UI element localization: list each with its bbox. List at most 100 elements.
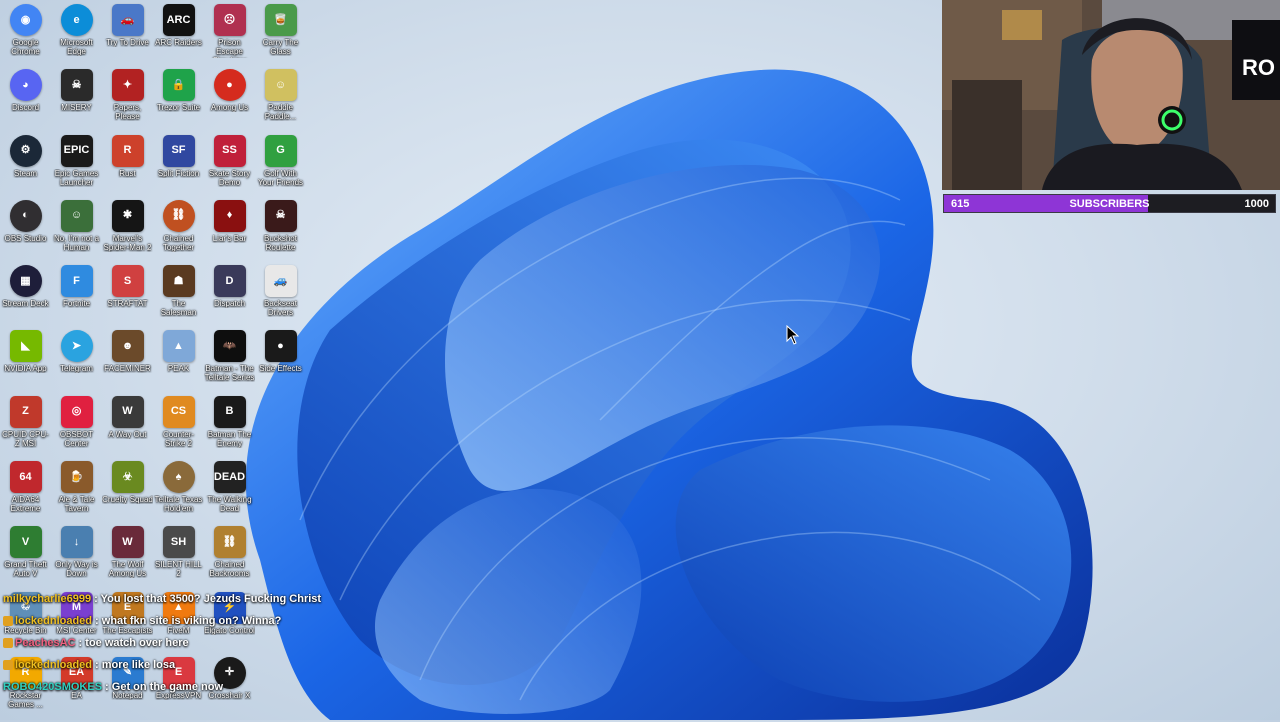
chat-text: more like losa xyxy=(101,659,176,671)
desktop-shortcut[interactable]: ◎ OBSBOT Center xyxy=(51,395,102,461)
desktop-shortcut[interactable]: B Batman The Enemy xyxy=(204,395,255,461)
subscriber-goal-target: 1000 xyxy=(1244,198,1269,210)
desktop-shortcut[interactable]: ☗ The Salesman xyxy=(153,265,204,330)
chat-username: milkycharlie6999 xyxy=(3,593,92,605)
desktop-shortcut[interactable]: G Golf With Your Friends xyxy=(255,134,306,200)
chat-message: PeachesAC: toe watch over here xyxy=(3,632,363,654)
desktop-shortcut[interactable]: ✱ Marvel's Spider-Man 2 xyxy=(102,199,153,265)
desktop-shortcut[interactable]: ▲ PEAK xyxy=(153,330,204,395)
desktop-shortcut[interactable]: Z CPUID CPU-Z MSI xyxy=(0,395,51,461)
desktop-shortcut[interactable]: ☣ Cruelty Squad xyxy=(102,461,153,526)
side-effects-icon: ● xyxy=(264,330,297,363)
desktop-shortcut[interactable]: ☺ Paddle Paddle... xyxy=(255,69,306,134)
split-fiction-icon: SF xyxy=(162,134,195,167)
desktop-shortcut-label: OBS Studio xyxy=(4,233,47,243)
desktop-shortcut-label: Telegram xyxy=(60,364,93,374)
desktop-shortcut[interactable]: 64 AIDA64 Extreme xyxy=(0,461,51,526)
desktop-shortcut[interactable]: ✦ Papers, Please xyxy=(102,69,153,134)
desktop-shortcut[interactable]: ◣ NVIDIA App xyxy=(0,330,51,395)
desktop-shortcut[interactable]: 🍺 Ale & Tale Tavern xyxy=(51,461,102,526)
telegram-icon: ➤ xyxy=(60,330,93,363)
wolf-among-us-icon: W xyxy=(111,526,144,559)
edge-icon: e xyxy=(60,4,93,36)
chrome-icon: ◉ xyxy=(9,4,42,36)
webcam-overlay: RO xyxy=(942,0,1280,190)
desktop-shortcut-label: Try To Drive xyxy=(106,38,149,47)
desktop-shortcut[interactable]: ● Among Us xyxy=(204,69,255,134)
desktop-shortcut[interactable]: 🔒 Trezor Suite xyxy=(153,69,204,134)
desktop-shortcut[interactable]: WA Way Out xyxy=(102,395,153,461)
desktop-shortcut[interactable]: F Fortnite xyxy=(51,265,102,330)
desktop-shortcut[interactable]: ☺ No, I'm not a Human xyxy=(51,199,102,265)
desktop-shortcut-label: No, I'm not a Human xyxy=(53,233,100,252)
fortnite-icon: F xyxy=(60,265,93,298)
golf-friends-icon: G xyxy=(264,134,297,167)
obsbot-icon: ◎ xyxy=(60,395,93,428)
desktop-shortcut-label: Carry The Glass xyxy=(262,38,299,56)
desktop-shortcut[interactable]: 🚙 Backseat Drivers xyxy=(255,265,306,330)
desktop-shortcut[interactable]: ♦ Liar's Bar xyxy=(204,199,255,265)
desktop-shortcut[interactable]: ⛓ Chained Together xyxy=(153,199,204,265)
desktop-shortcut-label: Counter-Strike 2 xyxy=(162,429,195,448)
desktop-shortcut-label: Buckshot Roulette xyxy=(264,233,297,252)
desktop-shortcut[interactable]: ☠ Buckshot Roulette xyxy=(255,199,306,265)
desktop-shortcut-label: The Salesman xyxy=(160,299,197,318)
desktop-shortcut[interactable]: SS Skate Story Demo xyxy=(204,134,255,200)
desktop-shortcut[interactable]: ⛓ Chained Backrooms xyxy=(204,526,255,591)
desktop-shortcut[interactable]: ♠ Telltale Texas Hold'em xyxy=(153,461,204,526)
desktop-shortcut[interactable]: e Microsoft Edge xyxy=(51,4,102,69)
desktop-shortcut-label: ARC Raiders xyxy=(155,38,202,47)
desktop-shortcut[interactable]: ☻ FACEMINER xyxy=(102,330,153,395)
desktop-shortcut[interactable]: ◉ Google Chrome xyxy=(0,4,51,69)
paddle-icon: ☺ xyxy=(264,69,297,102)
desktop-shortcut[interactable]: ▦ Stream Deck xyxy=(0,265,51,330)
liars-bar-icon: ♦ xyxy=(213,199,246,232)
chat-text: toe watch over here xyxy=(85,637,189,649)
chat-username: lockednloaded xyxy=(15,615,93,627)
desktop-shortcut-label: Liar's Bar xyxy=(212,233,247,243)
desktop-shortcut[interactable]: 🦇 Batman - The Telltale Series xyxy=(204,330,255,395)
desktop-shortcut[interactable]: R Rust xyxy=(102,134,153,200)
chat-message: lockednloaded: more like losa xyxy=(3,654,363,676)
desktop-shortcut[interactable]: DEAD The Walking Dead xyxy=(204,461,255,526)
desktop-shortcut-label: Batman - The Telltale Series xyxy=(204,364,255,383)
desktop-shortcut[interactable]: ↓ Only Way is Down xyxy=(51,526,102,591)
epic-games-icon: EPIC xyxy=(60,134,93,167)
misery-icon: ☠ xyxy=(60,69,93,102)
desktop-shortcut-label: Grand Theft Auto V xyxy=(4,560,47,579)
desktop-shortcut-label: Google Chrome xyxy=(11,38,40,56)
desktop-shortcut[interactable]: SF Split Fiction xyxy=(153,134,204,200)
desktop-shortcut[interactable]: ● Side Effects xyxy=(255,330,306,395)
desktop-shortcut[interactable]: ARC ARC Raiders xyxy=(153,4,204,69)
desktop-shortcut[interactable]: S STRAFTAT xyxy=(102,265,153,330)
chat-badge-icon xyxy=(3,638,13,649)
chat-text: Get on the game now xyxy=(111,681,223,693)
desktop-shortcut-label: MISERY xyxy=(61,103,92,113)
telltale-holdem-icon: ♠ xyxy=(162,461,195,494)
desktop-shortcut-label: Only Way is Down xyxy=(55,560,98,579)
desktop-shortcut[interactable]: ☹Prison Escape Simulator xyxy=(204,4,255,69)
desktop-shortcut[interactable]: 🥃 Carry The Glass xyxy=(255,4,306,69)
desktop-shortcut[interactable]: ◐ OBS Studio xyxy=(0,199,51,265)
desktop-shortcut[interactable]: ◕ Discord xyxy=(0,69,51,134)
desktop-shortcut[interactable]: EPIC Epic Games Launcher xyxy=(51,134,102,200)
desktop-shortcut[interactable]: CS Counter-Strike 2 xyxy=(153,395,204,461)
desktop-shortcut[interactable]: ➤ Telegram xyxy=(51,330,102,395)
chat-badge-icon xyxy=(3,660,13,671)
discord-icon: ◕ xyxy=(9,69,42,102)
desktop-shortcut[interactable]: 🚗 Try To Drive xyxy=(102,4,153,69)
desktop-shortcut-label: Papers, Please xyxy=(113,103,142,122)
batman-telltale-icon: 🦇 xyxy=(213,330,246,363)
desktop-shortcut[interactable]: W The Wolf Among Us xyxy=(102,526,153,591)
desktop-shortcut-label: CPUID CPU-Z MSI xyxy=(2,429,49,448)
desktop-shortcut[interactable]: ⚙ Steam xyxy=(0,134,51,200)
desktop-shortcut[interactable]: SH SILENT HILL 2 xyxy=(153,526,204,591)
desktop-shortcut[interactable]: V Grand Theft Auto V xyxy=(0,526,51,591)
desktop-shortcut-label: Marvel's Spider-Man 2 xyxy=(103,233,152,252)
desktop-shortcut[interactable]: ☠ MISERY xyxy=(51,69,102,134)
desktop-shortcut-label: Golf With Your Friends xyxy=(257,168,304,187)
desktop-shortcut[interactable]: D Dispatch xyxy=(204,265,255,330)
desktop-shortcut-label: PEAK xyxy=(167,364,190,374)
salesman-icon: ☗ xyxy=(162,265,195,298)
desktop-shortcut-label: Steam xyxy=(13,168,38,178)
